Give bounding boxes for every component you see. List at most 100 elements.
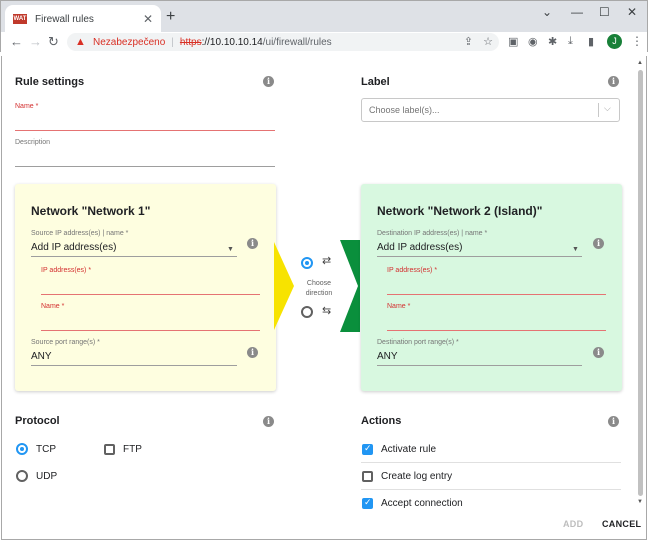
label-title: Label: [361, 76, 390, 88]
chevron-down-icon[interactable]: ⌵: [604, 103, 611, 114]
extension-icon[interactable]: ◉: [528, 35, 538, 48]
chevron-down-icon[interactable]: ⌄: [542, 5, 552, 19]
protocol-ftp-label[interactable]: FTP: [123, 444, 142, 455]
separator: |: [171, 36, 174, 48]
tab-firewall-rules[interactable]: WAT Firewall rules ✕: [5, 5, 161, 33]
divider: [361, 489, 621, 490]
reload-icon[interactable]: ↻: [48, 34, 59, 50]
destination-port-label: Destination port range(s) *: [377, 339, 459, 346]
description-field[interactable]: [15, 166, 275, 167]
destination-ip-label: Destination IP address(es) | name *: [377, 230, 488, 237]
arrows-forward-icon: ⇄: [322, 255, 332, 267]
destination-sub-ip-input[interactable]: [387, 294, 606, 295]
info-icon[interactable]: i: [247, 238, 258, 249]
dropdown-arrow-icon[interactable]: ▼: [227, 246, 234, 253]
url-scheme: https: [179, 36, 202, 48]
destination-port-input[interactable]: ANY: [377, 351, 398, 362]
source-port-field[interactable]: [31, 365, 237, 366]
info-icon[interactable]: i: [263, 76, 274, 87]
sidepanel-icon[interactable]: ▮: [588, 35, 594, 48]
destination-ip-field[interactable]: [377, 256, 582, 257]
minimize-icon[interactable]: —: [571, 5, 583, 19]
destination-network-title: Network "Network 2 (Island)": [377, 204, 543, 218]
destination-port-field[interactable]: [377, 365, 582, 366]
label-select-placeholder: Choose label(s)...: [369, 105, 440, 115]
source-ip-field[interactable]: [31, 256, 237, 257]
choose-direction-label: Choose direction: [305, 280, 333, 297]
destination-sub-name-label: Name *: [387, 303, 411, 310]
warning-icon: ▲: [75, 36, 86, 48]
tab-bar: WAT Firewall rules ✕ + ⌄ — ☐ ✕: [0, 0, 648, 33]
more-icon[interactable]: ⋮: [631, 34, 643, 48]
extension-icon[interactable]: ▣: [508, 35, 518, 48]
close-window-icon[interactable]: ✕: [627, 5, 637, 19]
dropdown-arrow-icon[interactable]: ▼: [572, 246, 579, 253]
yellow-arrow-shape: [274, 242, 294, 330]
protocol-tcp-label[interactable]: TCP: [36, 444, 56, 455]
maximize-icon[interactable]: ☐: [599, 5, 610, 19]
create-log-label[interactable]: Create log entry: [381, 471, 452, 482]
url-host: ://10.10.10.14: [201, 36, 263, 48]
protocol-title: Protocol: [15, 415, 60, 427]
new-tab-button[interactable]: +: [166, 9, 175, 25]
source-ip-select[interactable]: Add IP address(es): [31, 242, 116, 253]
source-ip-label: Source IP address(es) | name *: [31, 230, 129, 237]
name-field[interactable]: [15, 130, 275, 131]
forward-icon[interactable]: →: [29, 34, 42, 50]
back-icon[interactable]: ←: [10, 34, 23, 50]
puzzle-icon[interactable]: ✱: [548, 35, 557, 48]
source-sub-name-input[interactable]: [41, 330, 260, 331]
source-port-input[interactable]: ANY: [31, 351, 52, 362]
activate-rule-label[interactable]: Activate rule: [381, 444, 436, 455]
bookmark-star-icon[interactable]: ☆: [483, 35, 493, 48]
cancel-button[interactable]: CANCEL: [602, 519, 641, 529]
scroll-down-icon[interactable]: ▼: [637, 499, 643, 505]
destination-sub-name-input[interactable]: [387, 330, 606, 331]
info-icon[interactable]: i: [593, 347, 604, 358]
rule-settings-title: Rule settings: [15, 76, 85, 88]
site-favicon: WAT: [13, 14, 27, 24]
info-icon[interactable]: i: [593, 238, 604, 249]
actions-title: Actions: [361, 415, 402, 427]
protocol-tcp-radio[interactable]: [16, 443, 28, 455]
arrows-backward-icon: ⇆: [322, 305, 332, 317]
divider: [598, 103, 599, 117]
direction-backward-radio[interactable]: [301, 306, 313, 318]
url-path: /ui/firewall/rules: [262, 36, 332, 48]
info-icon[interactable]: i: [608, 76, 619, 87]
accept-connection-label[interactable]: Accept connection: [381, 498, 463, 509]
share-icon[interactable]: ⇪: [464, 35, 473, 48]
activate-rule-checkbox[interactable]: [362, 443, 373, 455]
source-sub-name-label: Name *: [41, 303, 65, 310]
scrollbar-thumb[interactable]: [638, 70, 643, 496]
avatar[interactable]: J: [607, 34, 622, 49]
direction-forward-radio[interactable]: [301, 257, 313, 269]
source-port-label: Source port range(s) *: [31, 339, 100, 346]
tab-title: Firewall rules: [35, 13, 94, 25]
destination-ip-select[interactable]: Add IP address(es): [377, 242, 462, 253]
toolbar: ← → ↻ ▲ Nezabezpečeno | https ://10.10.1…: [0, 32, 648, 52]
source-sub-ip-label: IP address(es) *: [41, 267, 92, 274]
green-arrow-shape: [340, 240, 360, 332]
name-label: Name *: [15, 103, 39, 110]
close-icon[interactable]: ✕: [143, 12, 153, 26]
source-network-title: Network "Network 1": [31, 204, 151, 218]
scroll-up-icon[interactable]: ▲: [637, 60, 643, 66]
add-button[interactable]: ADD: [563, 519, 583, 529]
info-icon[interactable]: i: [263, 416, 274, 427]
address-bar[interactable]: ▲ Nezabezpečeno | https ://10.10.10.14 /…: [67, 33, 499, 51]
info-icon[interactable]: i: [247, 347, 258, 358]
download-icon[interactable]: ⤓: [568, 35, 573, 48]
protocol-udp-radio[interactable]: [16, 470, 28, 482]
description-label: Description: [15, 139, 51, 146]
source-sub-ip-input[interactable]: [41, 294, 260, 295]
divider: [361, 462, 621, 463]
label-select[interactable]: Choose label(s)... ⌵: [361, 98, 620, 122]
protocol-udp-label[interactable]: UDP: [36, 471, 57, 482]
info-icon[interactable]: i: [608, 416, 619, 427]
protocol-ftp-checkbox[interactable]: [104, 444, 115, 455]
destination-sub-ip-label: IP address(es) *: [387, 267, 438, 274]
create-log-checkbox[interactable]: [362, 471, 373, 482]
accept-connection-checkbox[interactable]: [362, 497, 373, 509]
security-status[interactable]: Nezabezpečeno: [93, 37, 165, 48]
